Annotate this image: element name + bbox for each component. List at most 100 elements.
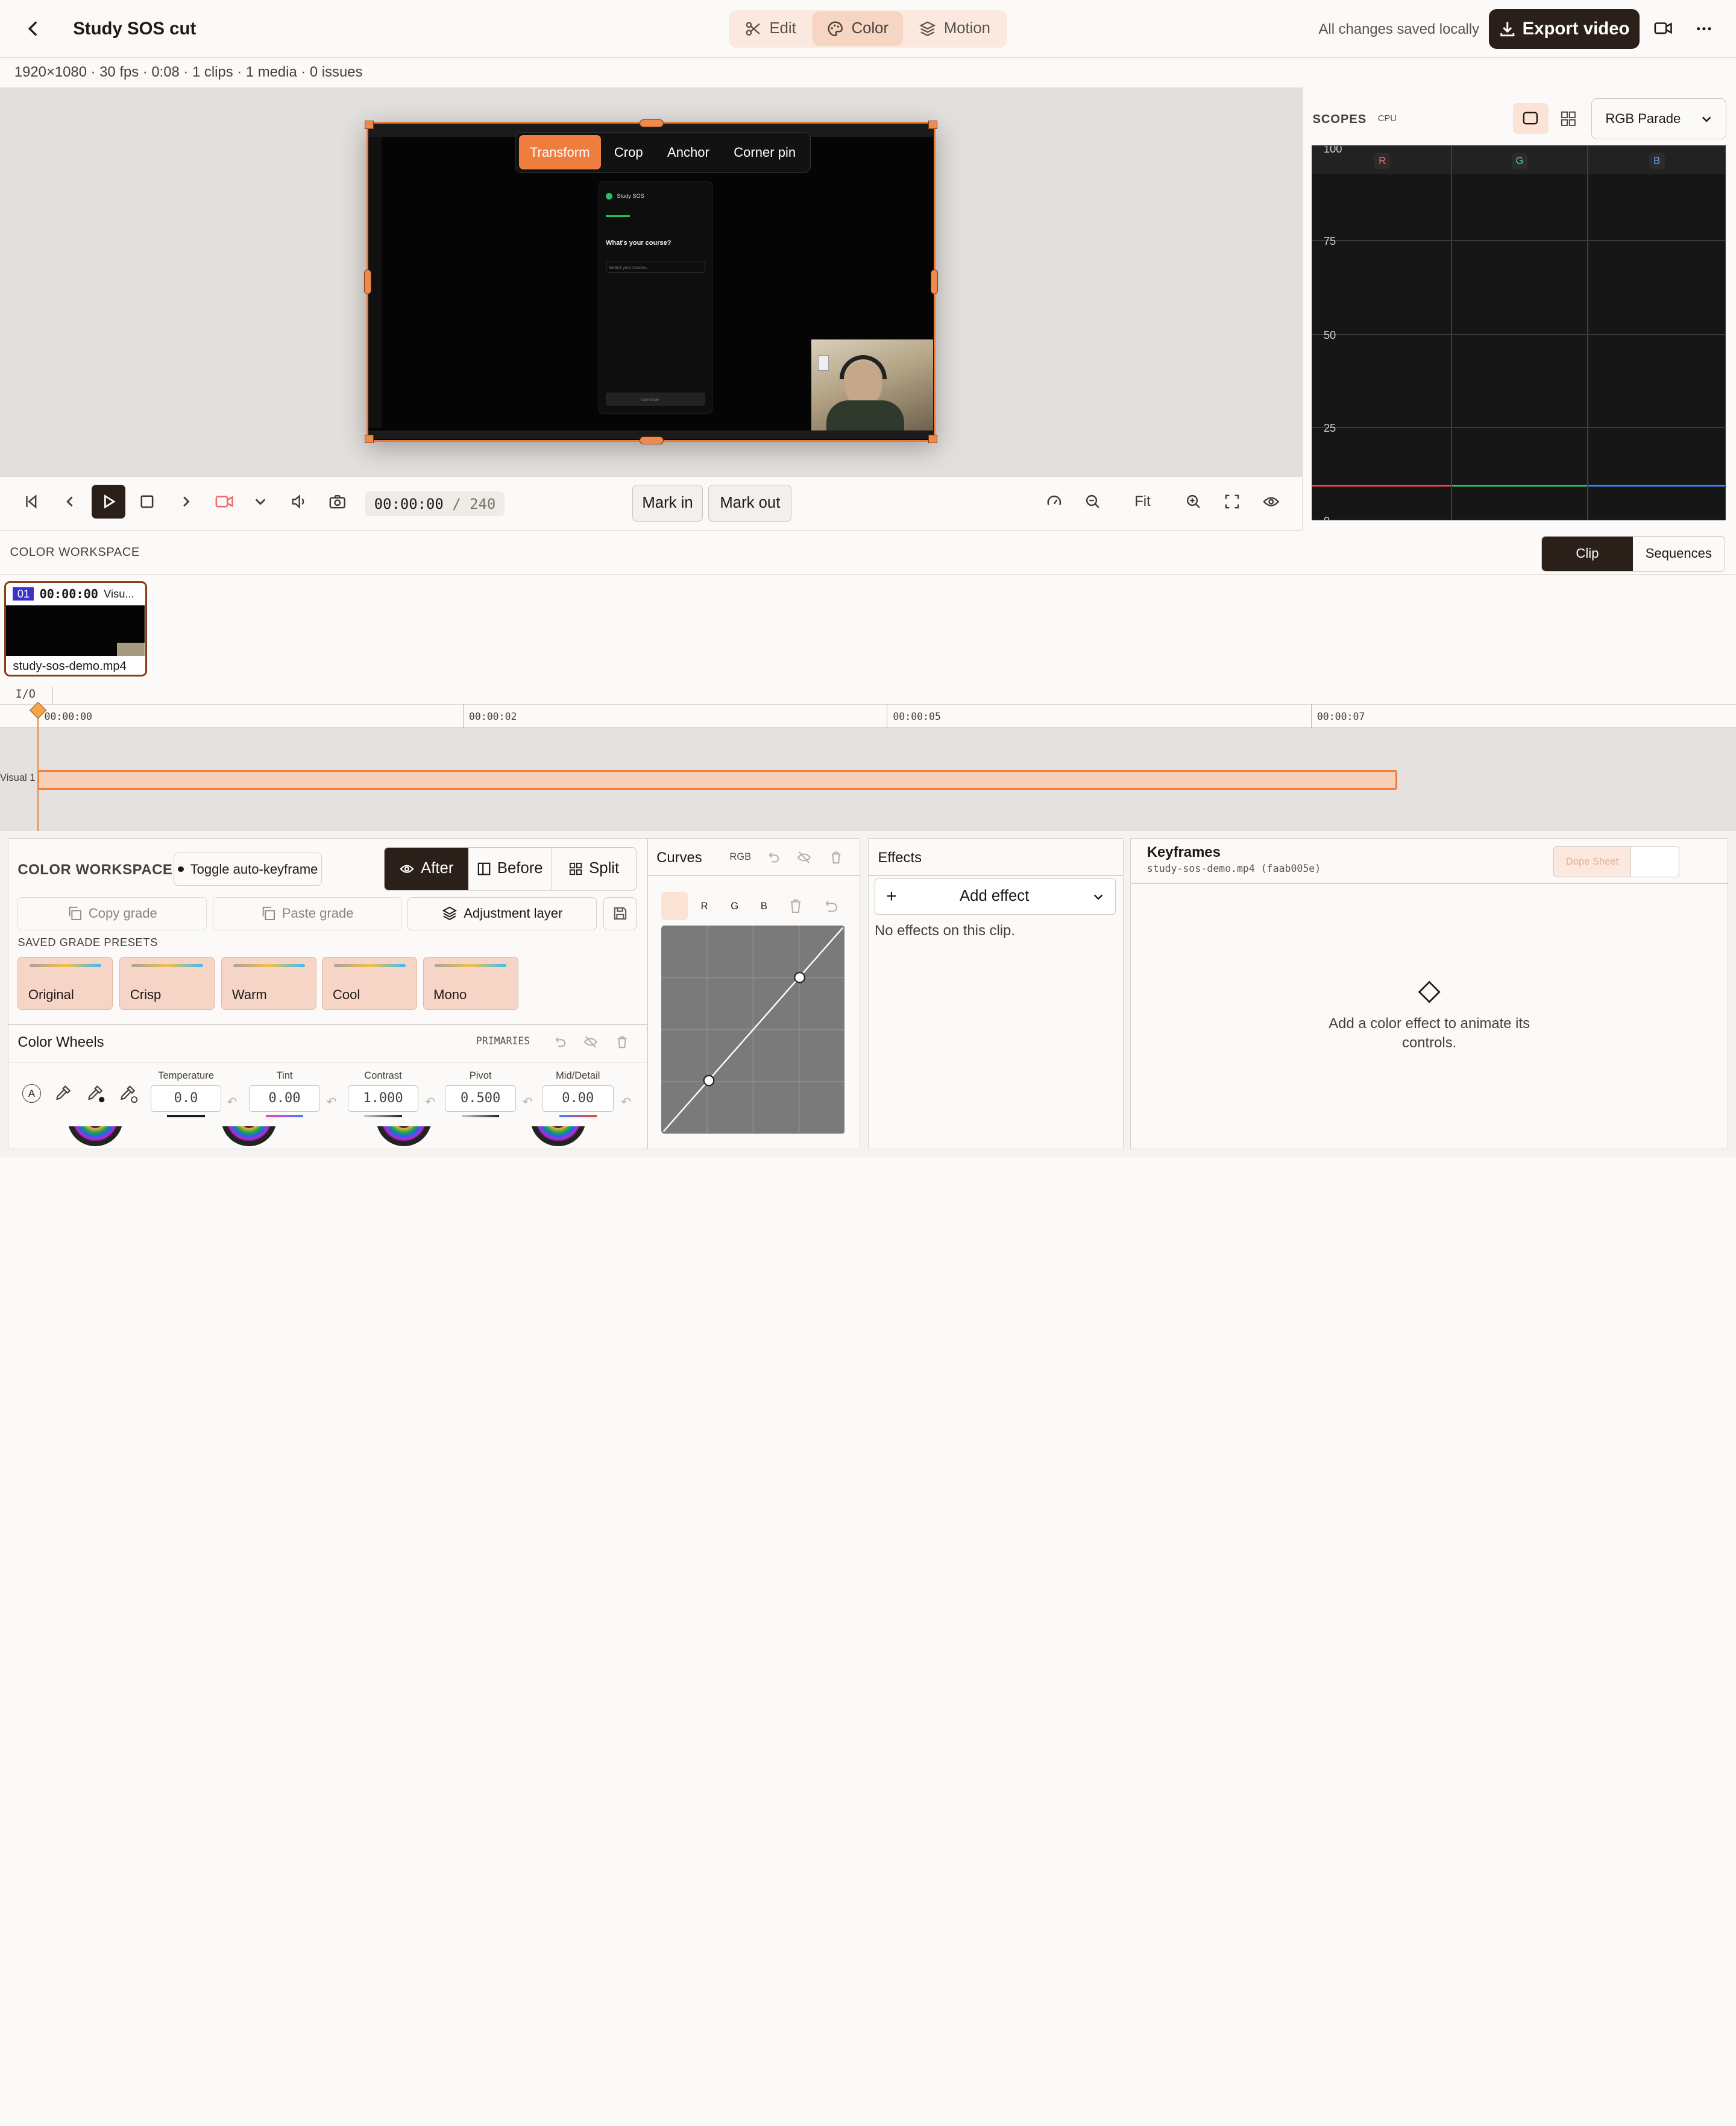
layers-icon [919,21,936,36]
pivot-reset-icon[interactable]: ↶ [523,1094,533,1109]
eye-icon [400,865,414,873]
tab-crop[interactable]: Crop [603,135,654,169]
top-bar: Study SOS cut Edit Color Motion All chan… [0,0,1736,58]
pivot-slider[interactable] [461,1115,500,1117]
add-effect-select[interactable]: + Add effect [874,878,1116,915]
preset-mono[interactable]: Mono [423,956,518,1011]
skip-to-start-icon[interactable] [14,485,48,518]
view-after-button[interactable]: After [385,848,469,890]
copy-grade-button[interactable]: Copy grade [17,897,207,930]
gamma-wheel[interactable] [221,1126,277,1146]
toggle-auto-keyframe-button[interactable]: Toggle auto-keyframe [174,853,322,886]
effects-empty: No effects on this clip. [874,922,1015,939]
curve-channel-r[interactable]: R [701,900,708,912]
tab-clip[interactable]: Clip [1541,536,1634,571]
contrast-input[interactable]: 1.000 [347,1085,419,1112]
eyedropper-white-icon[interactable] [119,1084,139,1104]
fullscreen-icon[interactable] [1216,485,1249,518]
curve-channel-b[interactable]: B [761,900,767,912]
mark-in-button[interactable]: Mark in [632,485,703,522]
hide-icon[interactable] [797,851,811,864]
zoom-out-icon[interactable] [1076,485,1109,518]
tab-sequences[interactable]: Sequences [1633,537,1724,571]
playhead-line[interactable] [37,711,39,831]
volume-icon[interactable] [282,485,315,518]
step-back-icon[interactable] [53,485,86,518]
mode-edit-button[interactable]: Edit [731,11,810,46]
contrast-slider[interactable] [364,1115,402,1117]
auto-balance-icon[interactable]: A [22,1084,41,1103]
eyedropper-black-icon[interactable] [86,1084,106,1104]
timeline-clip[interactable] [37,769,1397,790]
fit-button[interactable]: Fit [1118,485,1167,518]
mode-motion-button[interactable]: Motion [905,11,1005,46]
chevron-down-icon[interactable] [244,485,277,518]
temperature-slider[interactable] [167,1115,205,1117]
speed-gauge-icon[interactable] [1037,485,1071,518]
preset-original[interactable]: Original [17,956,113,1011]
mid-detail-slider[interactable] [559,1115,597,1117]
grid-scope-layout-icon[interactable] [1553,103,1583,134]
offset-wheel[interactable] [530,1126,586,1146]
save-status: All changes saved locally [1318,21,1480,37]
temperature-input[interactable]: 0.0 [150,1085,222,1112]
trash-icon[interactable] [615,1035,629,1049]
curves-title: Curves [656,849,702,866]
curve-editor[interactable] [661,926,845,1134]
step-forward-icon[interactable] [169,485,203,518]
pivot-input[interactable]: 0.500 [445,1085,516,1112]
tint-reset-icon[interactable]: ↶ [327,1094,337,1109]
curve-channel-luma[interactable] [661,891,688,921]
back-arrow-icon[interactable] [24,19,44,39]
mid-detail-reset-icon[interactable]: ↶ [621,1094,631,1109]
preset-warm[interactable]: Warm [221,956,317,1011]
mode-color-button[interactable]: Color [813,11,903,46]
tab-graph[interactable] [1631,847,1679,877]
contrast-reset-icon[interactable]: ↶ [425,1094,435,1109]
mode-color-label: Color [851,20,889,37]
zoom-in-icon[interactable] [1177,485,1210,518]
single-scope-layout-icon[interactable] [1512,103,1549,134]
tab-corner-pin[interactable]: Corner pin [723,135,807,169]
snapshot-camera-icon[interactable] [321,485,354,518]
mark-out-button[interactable]: Mark out [708,485,792,522]
tint-input[interactable]: 0.00 [249,1085,320,1112]
tint-slider[interactable] [265,1115,304,1117]
ruler-tick: 00:00:00 [44,711,92,723]
preset-crisp[interactable]: Crisp [119,956,215,1011]
play-button[interactable] [92,485,125,519]
g-trace [1451,484,1587,487]
camera-output-icon[interactable] [1654,20,1673,37]
eye-icon[interactable] [1254,485,1288,518]
time-ruler[interactable] [0,704,1736,728]
tab-anchor[interactable]: Anchor [656,135,721,169]
reset-icon[interactable] [823,899,838,913]
curve-channel-g[interactable]: G [731,900,738,912]
tab-transform[interactable]: Transform [518,135,601,170]
tab-dope-sheet[interactable]: Dope Sheet [1553,847,1631,877]
mid-detail-input[interactable]: 0.00 [542,1085,614,1112]
curves-mode: RGB [729,850,752,862]
view-split-button[interactable]: Split [552,848,636,890]
temperature-reset-icon[interactable]: ↶ [227,1094,237,1109]
undo-icon[interactable] [766,851,779,864]
record-camera-icon[interactable] [208,485,241,518]
trash-icon[interactable] [829,851,843,864]
stop-icon[interactable] [131,485,164,518]
more-options-icon[interactable] [1696,27,1712,31]
clip-card[interactable]: 01 00:00:00 Visu... study-sos-demo.mp4 [4,581,148,677]
preset-cool[interactable]: Cool [322,956,418,1011]
hide-icon[interactable] [583,1035,598,1049]
gain-wheel[interactable] [376,1126,432,1146]
export-video-button[interactable]: Export video [1489,8,1640,49]
scope-mode-select[interactable]: RGB Parade [1591,98,1727,140]
eyedropper-icon[interactable] [54,1084,72,1102]
trash-icon[interactable] [788,898,803,914]
lift-wheel[interactable] [68,1126,123,1146]
webcam-overlay [811,339,933,431]
view-before-button[interactable]: Before [468,848,553,890]
undo-icon[interactable] [553,1035,566,1049]
save-preset-button[interactable] [603,897,637,930]
adjustment-layer-button[interactable]: Adjustment layer [407,897,597,930]
paste-grade-button[interactable]: Paste grade [212,897,402,930]
